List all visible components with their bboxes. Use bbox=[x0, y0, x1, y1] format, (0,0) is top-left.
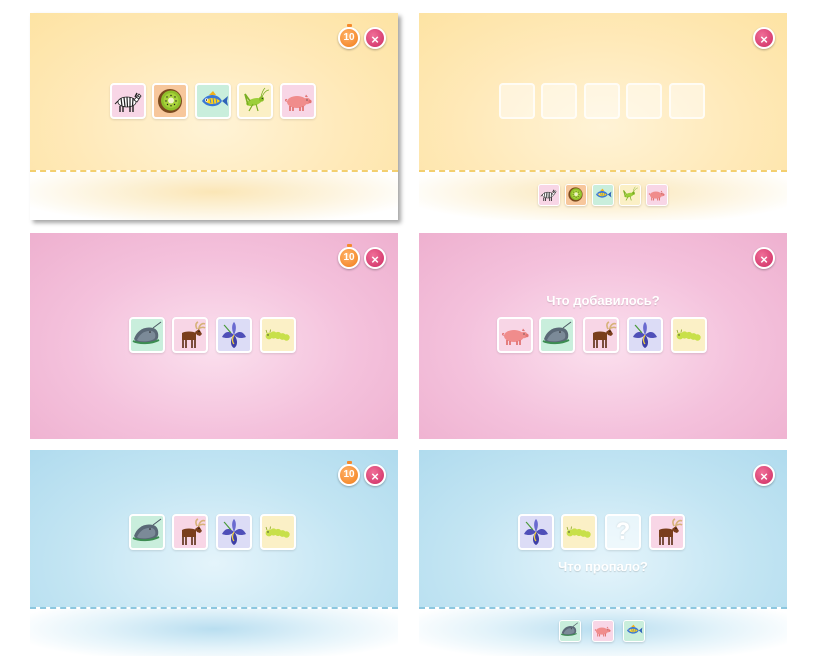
tray-item-pig[interactable] bbox=[646, 184, 668, 206]
tray-item-fish[interactable] bbox=[592, 184, 614, 206]
empty-slot[interactable] bbox=[499, 83, 535, 119]
fish-icon bbox=[624, 621, 643, 640]
play-area bbox=[419, 450, 787, 607]
item-card-caterpillar[interactable] bbox=[561, 514, 597, 550]
tray-item-stingray[interactable] bbox=[559, 620, 581, 642]
item-card-stingray[interactable] bbox=[539, 317, 575, 353]
answer-tray bbox=[30, 170, 398, 220]
item-card-fish[interactable] bbox=[195, 83, 231, 119]
iris-icon bbox=[218, 516, 250, 548]
caterpillar-icon bbox=[262, 516, 294, 548]
item-card-caterpillar[interactable] bbox=[671, 317, 707, 353]
screen-memorize-pink: 10 × bbox=[30, 233, 398, 439]
answer-tray bbox=[419, 607, 787, 656]
timer-button[interactable]: 10 bbox=[338, 244, 360, 269]
tray-item-kiwi[interactable] bbox=[565, 184, 587, 206]
stingray-icon bbox=[541, 319, 573, 351]
caterpillar-icon bbox=[563, 516, 595, 548]
stingray-icon bbox=[131, 319, 163, 351]
item-card-zebra[interactable] bbox=[110, 83, 146, 119]
moose-icon bbox=[174, 516, 206, 548]
item-card-grasshopper[interactable] bbox=[237, 83, 273, 119]
screen-what-missing: × ? Что пропало? bbox=[419, 450, 787, 656]
moose-icon bbox=[174, 319, 206, 351]
item-card-moose[interactable] bbox=[172, 317, 208, 353]
item-card-iris[interactable] bbox=[216, 317, 252, 353]
pig-icon bbox=[282, 85, 314, 117]
empty-slot[interactable] bbox=[669, 83, 705, 119]
missing-slot[interactable]: ? bbox=[605, 514, 641, 550]
pig-icon bbox=[593, 621, 612, 640]
close-button[interactable]: × bbox=[364, 27, 386, 49]
question-mark: ? bbox=[615, 518, 631, 545]
screen-what-added: × Что добавилось? bbox=[419, 233, 787, 439]
item-card-iris[interactable] bbox=[216, 514, 252, 550]
grasshopper-icon bbox=[239, 85, 271, 117]
pig-icon bbox=[647, 185, 666, 204]
screen-recall-yellow: × bbox=[419, 13, 787, 220]
item-card-stingray[interactable] bbox=[129, 317, 165, 353]
answer-tray bbox=[30, 607, 398, 656]
close-button[interactable]: × bbox=[364, 464, 386, 486]
item-card-moose[interactable] bbox=[583, 317, 619, 353]
iris-icon bbox=[520, 516, 552, 548]
tray-item-fish[interactable] bbox=[623, 620, 645, 642]
answer-tray bbox=[419, 170, 787, 220]
fish-icon bbox=[197, 85, 229, 117]
item-card-moose[interactable] bbox=[649, 514, 685, 550]
zebra-icon bbox=[112, 85, 144, 117]
timer-button[interactable]: 10 bbox=[338, 461, 360, 486]
item-card-pig[interactable] bbox=[280, 83, 316, 119]
item-card-moose[interactable] bbox=[172, 514, 208, 550]
empty-slot[interactable] bbox=[584, 83, 620, 119]
empty-slot[interactable] bbox=[626, 83, 662, 119]
item-card-caterpillar[interactable] bbox=[260, 317, 296, 353]
item-card-iris[interactable] bbox=[518, 514, 554, 550]
empty-slot[interactable] bbox=[541, 83, 577, 119]
grasshopper-icon bbox=[620, 185, 639, 204]
fish-icon bbox=[593, 185, 612, 204]
tray-item-pig[interactable] bbox=[592, 620, 614, 642]
stingray-icon bbox=[560, 621, 579, 640]
pig-icon bbox=[499, 319, 531, 351]
screen-memorize-blue: 10 × bbox=[30, 450, 398, 656]
moose-icon bbox=[651, 516, 683, 548]
iris-icon bbox=[218, 319, 250, 351]
zebra-icon bbox=[539, 185, 558, 204]
close-button[interactable]: × bbox=[753, 464, 775, 486]
item-card-iris[interactable] bbox=[627, 317, 663, 353]
moose-icon bbox=[585, 319, 617, 351]
caterpillar-icon bbox=[673, 319, 705, 351]
kiwi-icon bbox=[154, 85, 186, 117]
close-button[interactable]: × bbox=[753, 27, 775, 49]
item-card-kiwi[interactable] bbox=[152, 83, 188, 119]
caterpillar-icon bbox=[262, 319, 294, 351]
iris-icon bbox=[629, 319, 661, 351]
question-text: Что добавилось? bbox=[546, 293, 660, 308]
item-card-caterpillar[interactable] bbox=[260, 514, 296, 550]
item-card-pig[interactable] bbox=[497, 317, 533, 353]
item-card-stingray[interactable] bbox=[129, 514, 165, 550]
stingray-icon bbox=[131, 516, 163, 548]
close-button[interactable]: × bbox=[364, 247, 386, 269]
close-button[interactable]: × bbox=[753, 247, 775, 269]
screen-memorize-yellow: 10 × bbox=[30, 13, 398, 220]
tray-item-grasshopper[interactable] bbox=[619, 184, 641, 206]
kiwi-icon bbox=[566, 185, 585, 204]
question-text: Что пропало? bbox=[558, 559, 648, 574]
timer-button[interactable]: 10 bbox=[338, 24, 360, 49]
tray-item-zebra[interactable] bbox=[538, 184, 560, 206]
